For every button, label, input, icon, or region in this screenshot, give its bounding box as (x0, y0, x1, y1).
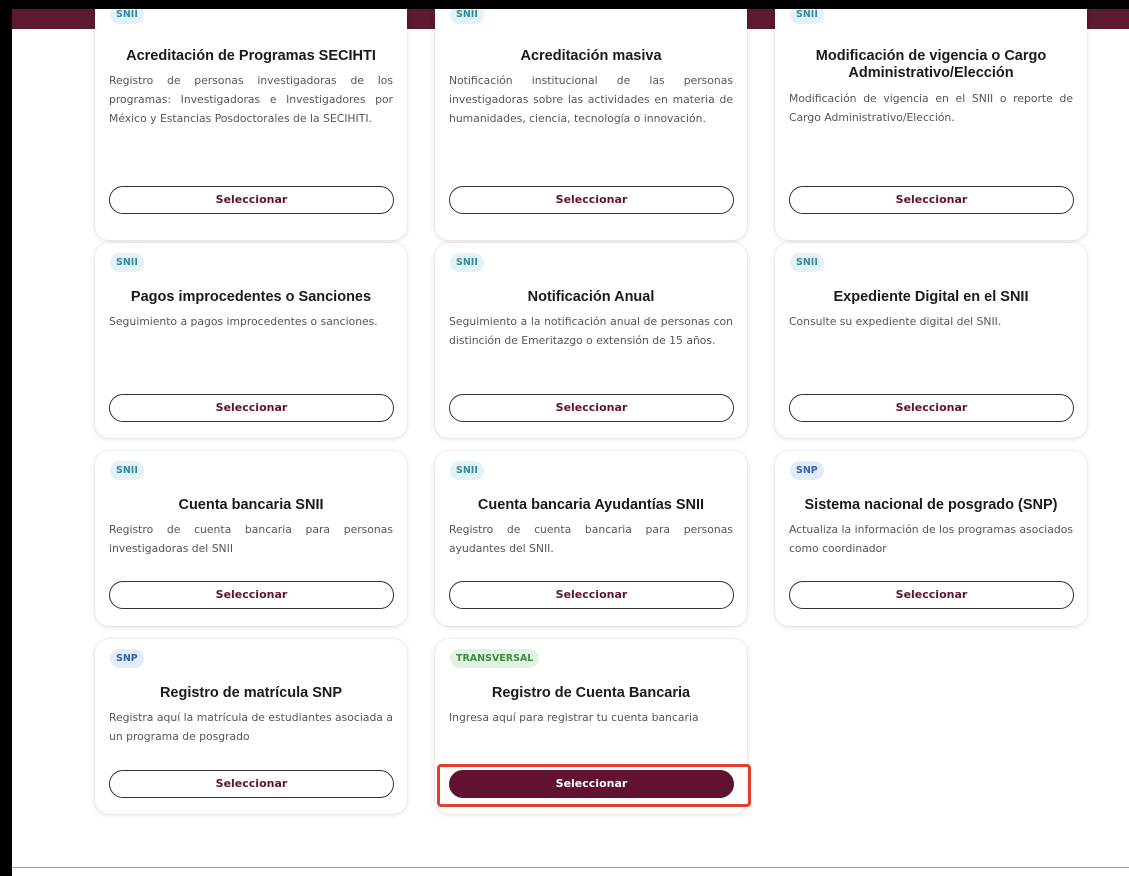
badge-snii: SNII (790, 9, 824, 24)
card-title: Pagos improcedentes o Sanciones (130, 289, 372, 305)
card-description: Modificación de vigencia en el SNII o re… (789, 92, 1073, 124)
select-button[interactable]: Seleccionar (449, 581, 734, 609)
card-title: Acreditación de Programas SECIHTI (126, 48, 376, 64)
card-description: Notificación institucional de las person… (449, 74, 733, 125)
badge-snii: SNII (450, 253, 484, 272)
badge-snii: SNII (110, 461, 144, 480)
badge-snp: SNP (110, 649, 144, 668)
main-content: SNII Acreditación de Programas SECIHTI R… (12, 9, 1129, 867)
badge-snp: SNP (790, 461, 824, 480)
select-button[interactable]: Seleccionar (789, 394, 1074, 422)
card-title: Cuenta bancaria SNII (178, 497, 324, 513)
card-description: Consulte su expediente digital del SNII. (789, 315, 1002, 328)
highlight-box (437, 764, 751, 807)
card-description: Registra aquí la matrícula de estudiante… (109, 711, 393, 743)
card-title: Registro de Cuenta Bancaria (491, 685, 691, 701)
select-button[interactable]: Seleccionar (789, 581, 1074, 609)
select-button[interactable]: Seleccionar (789, 186, 1074, 214)
card-title: Sistema nacional de posgrado (SNP) (804, 497, 1058, 513)
badge-transversal: TRANSVERSAL (450, 649, 540, 668)
card-notificacion-anual: SNII Notificación Anual Seguimiento a la… (435, 243, 747, 438)
window-frame-top (0, 0, 1129, 9)
card-title: Acreditación masiva (520, 48, 662, 64)
badge-snii: SNII (450, 461, 484, 480)
card-cuenta-bancaria-ayudantias: SNII Cuenta bancaria Ayudantías SNII Reg… (435, 451, 747, 626)
card-expediente-digital: SNII Expediente Digital en el SNII Consu… (775, 243, 1087, 438)
card-description: Registro de cuenta bancaria para persona… (449, 523, 733, 555)
card-acreditacion-programas: SNII Acreditación de Programas SECIHTI R… (95, 9, 407, 240)
badge-snii: SNII (110, 253, 144, 272)
select-button[interactable]: Seleccionar (109, 394, 394, 422)
card-acreditacion-masiva: SNII Acreditación masiva Notificación in… (435, 9, 747, 240)
card-title: Expediente Digital en el SNII (833, 289, 1029, 305)
badge-snii: SNII (790, 253, 824, 272)
card-title: Notificación Anual (527, 289, 655, 305)
card-description: Actualiza la información de los programa… (789, 523, 1073, 555)
select-button[interactable]: Seleccionar (449, 394, 734, 422)
card-pagos-improcedentes: SNII Pagos improcedentes o Sanciones Seg… (95, 243, 407, 438)
card-description: Seguimiento a la notificación anual de p… (449, 315, 733, 347)
card-cuenta-bancaria-snii: SNII Cuenta bancaria SNII Registro de cu… (95, 451, 407, 626)
card-title: Modificación de vigencia o Cargo Adminis… (815, 48, 1047, 81)
card-modificacion-vigencia: SNII Modificación de vigencia o Cargo Ad… (775, 9, 1087, 240)
select-button[interactable]: Seleccionar (109, 186, 394, 214)
card-description: Ingresa aquí para registrar tu cuenta ba… (449, 711, 699, 724)
card-description: Registro de personas investigadoras de l… (109, 74, 393, 125)
badge-snii: SNII (110, 9, 144, 24)
card-description: Registro de cuenta bancaria para persona… (109, 523, 393, 555)
card-sistema-nacional-posgrado: SNP Sistema nacional de posgrado (SNP) A… (775, 451, 1087, 626)
select-button[interactable]: Seleccionar (449, 186, 734, 214)
select-button[interactable]: Seleccionar (109, 581, 394, 609)
card-description: Seguimiento a pagos improcedentes o sanc… (109, 315, 378, 328)
badge-snii: SNII (450, 9, 484, 24)
card-registro-matricula: SNP Registro de matrícula SNP Registra a… (95, 639, 407, 814)
select-button[interactable]: Seleccionar (109, 770, 394, 798)
card-title: Registro de matrícula SNP (159, 685, 343, 701)
card-title: Cuenta bancaria Ayudantías SNII (477, 497, 705, 513)
